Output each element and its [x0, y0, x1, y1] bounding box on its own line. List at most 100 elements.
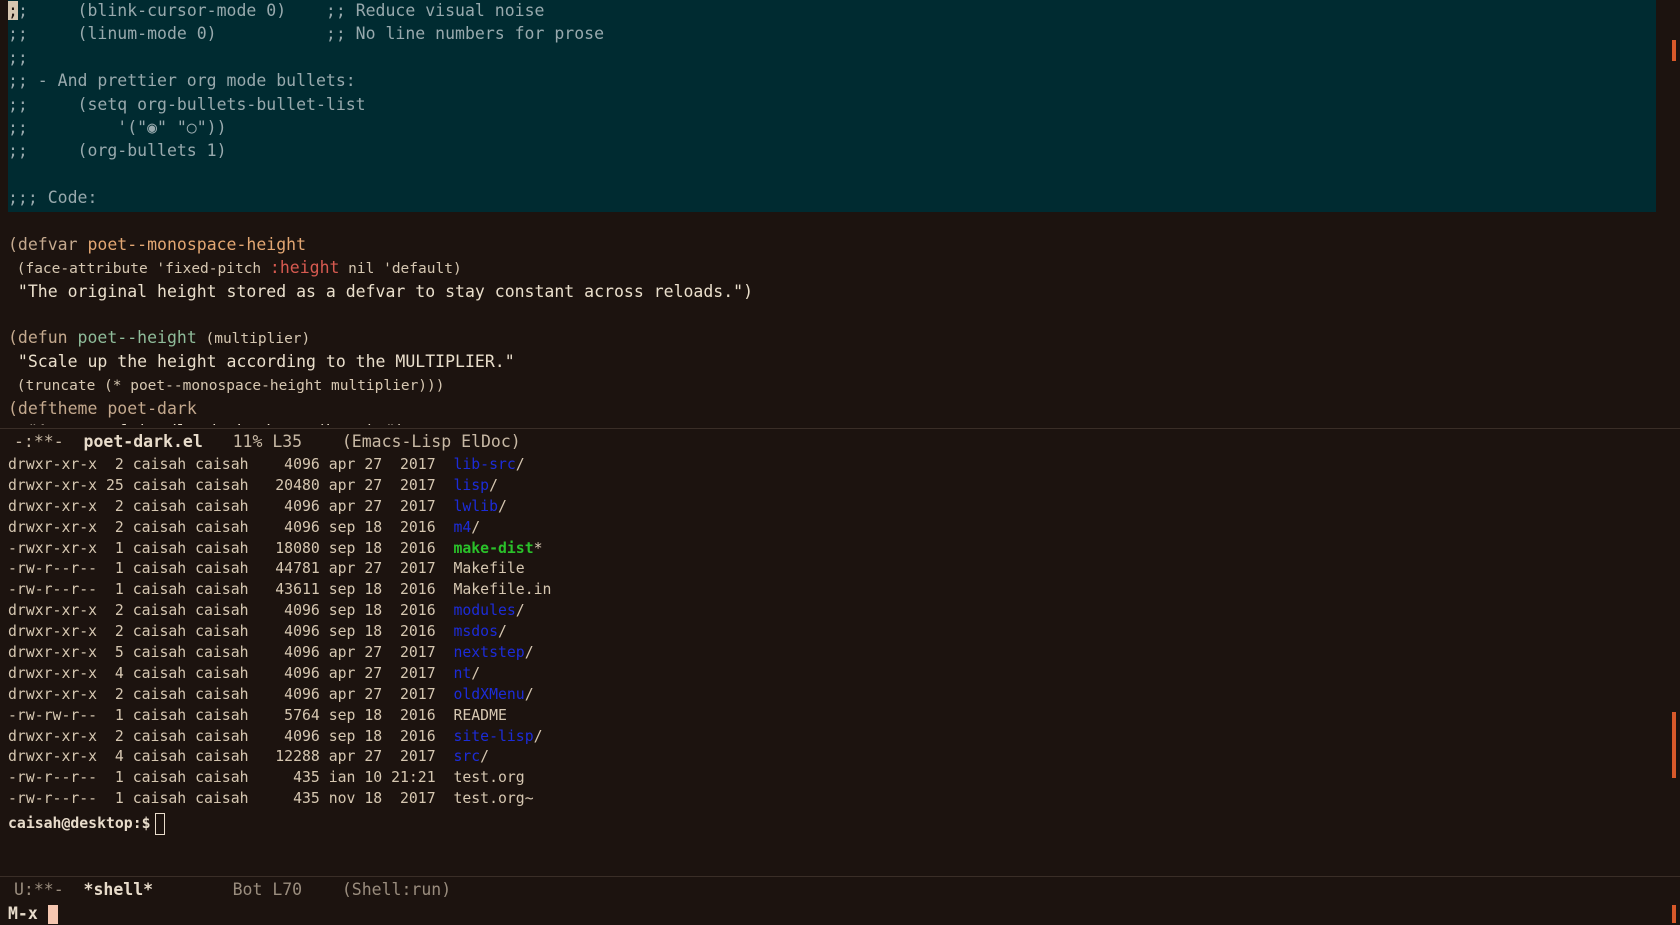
modeline-state: U:**-	[14, 880, 64, 899]
code-line[interactable]: "Scale up the height according to the MU…	[0, 350, 1680, 373]
code-editor-pane[interactable]: ;; (blink-cursor-mode 0) ;; Reduce visua…	[0, 0, 1680, 425]
file-metadata: drwxr-xr-x 2 caisah caisah 4096 sep 18 2…	[8, 727, 454, 745]
file-metadata: drwxr-xr-x 2 caisah caisah 4096 apr 27 2…	[8, 456, 454, 473]
code-line[interactable]: (face-attribute 'fixed-pitch :height nil…	[0, 256, 1680, 279]
modeline-position: Bot L70	[232, 880, 303, 899]
file-name[interactable]: Makefile	[453, 560, 524, 577]
shell-listing-row[interactable]: drwxr-xr-x 2 caisah caisah 4096 sep 18 2…	[0, 727, 1680, 748]
type-suffix: /	[524, 685, 534, 703]
modeline-shell[interactable]: U:**- *shell* Bot L70 (Shell:run)	[0, 876, 1680, 902]
shell-cursor[interactable]	[154, 813, 165, 836]
file-metadata: -rw-r--r-- 1 caisah caisah 435 nov 18 20…	[8, 790, 454, 808]
directory-name[interactable]: modules	[453, 602, 515, 619]
file-name[interactable]: Makefile.in	[453, 581, 551, 598]
code-token: poet-dark	[107, 398, 197, 418]
code-line[interactable]: "A prose friendly dark theme (beta).")	[0, 420, 1680, 425]
shell-pane[interactable]: drwxr-xr-x 2 caisah caisah 4096 apr 27 2…	[0, 455, 1680, 875]
code-line[interactable]	[0, 210, 1680, 233]
file-metadata: drwxr-xr-x 2 caisah caisah 4096 apr 27 2…	[8, 497, 454, 515]
shell-listing-row[interactable]: drwxr-xr-x 2 caisah caisah 4096 sep 18 2…	[0, 622, 1680, 643]
shell-listing-row[interactable]: drwxr-xr-x 2 caisah caisah 4096 apr 27 2…	[0, 685, 1680, 706]
type-suffix: /	[480, 748, 490, 766]
code-scroll-indicator[interactable]	[1672, 40, 1676, 61]
code-token: "A prose friendly dark theme (beta).")	[8, 422, 406, 425]
shell-listing-row[interactable]: -rw-rw-r-- 1 caisah caisah 5764 sep 18 2…	[0, 706, 1680, 727]
code-line[interactable]: ;; - And prettier org mode bullets:	[0, 69, 1680, 92]
shell-listing[interactable]: drwxr-xr-x 2 caisah caisah 4096 apr 27 2…	[0, 455, 1680, 836]
directory-name[interactable]: src	[453, 748, 480, 765]
type-suffix: /	[515, 602, 525, 620]
shell-listing-row[interactable]: drwxr-xr-x 2 caisah caisah 4096 sep 18 2…	[0, 601, 1680, 622]
directory-name[interactable]: nextstep	[453, 644, 524, 661]
directory-name[interactable]: lwlib	[453, 498, 498, 515]
code-token: poet--height	[77, 328, 197, 348]
shell-listing-row[interactable]: drwxr-xr-x 2 caisah caisah 4096 apr 27 2…	[0, 455, 1680, 476]
shell-listing-row[interactable]: -rw-r--r-- 1 caisah caisah 435 nov 18 20…	[0, 789, 1680, 810]
code-line[interactable]	[0, 163, 1680, 186]
type-suffix: /	[515, 456, 525, 473]
code-line[interactable]: ;; (org-bullets 1)	[0, 139, 1680, 162]
code-line[interactable]: (deftheme poet-dark	[0, 397, 1680, 420]
directory-name[interactable]: nt	[453, 665, 471, 682]
shell-prompt-line[interactable]: caisah@desktop:$	[0, 813, 1680, 836]
file-name[interactable]: test.org~	[453, 790, 533, 807]
file-metadata: drwxr-xr-x 2 caisah caisah 4096 sep 18 2…	[8, 518, 454, 536]
type-suffix: /	[497, 497, 507, 515]
code-line[interactable]: "The original height stored as a defvar …	[0, 280, 1680, 303]
file-metadata: drwxr-xr-x 4 caisah caisah 12288 apr 27 …	[8, 748, 454, 766]
modeline-modes[interactable]: (Shell:run)	[342, 880, 451, 899]
file-name[interactable]: README	[453, 707, 506, 724]
minibuffer[interactable]: M-x	[0, 902, 1680, 925]
code-line[interactable]: ;; (linum-mode 0) ;; No line numbers for…	[0, 22, 1680, 45]
directory-name[interactable]: site-lisp	[453, 728, 533, 745]
shell-listing-row[interactable]: -rwxr-xr-x 1 caisah caisah 18080 sep 18 …	[0, 539, 1680, 560]
code-line[interactable]: ;;; Code:	[0, 186, 1680, 209]
code-token: ;; (setq org-bullets-bullet-list	[8, 94, 366, 114]
code-token: ;; - And prettier org mode bullets:	[8, 71, 356, 91]
file-metadata: drwxr-xr-x 2 caisah caisah 4096 sep 18 2…	[8, 602, 454, 620]
executable-name[interactable]: make-dist	[453, 540, 533, 557]
shell-listing-row[interactable]: -rw-r--r-- 1 caisah caisah 435 ian 10 21…	[0, 768, 1680, 789]
code-token: (multiplier)	[196, 331, 311, 348]
code-token: nil 'default)	[339, 261, 462, 278]
shell-listing-row[interactable]: drwxr-xr-x 4 caisah caisah 12288 apr 27 …	[0, 747, 1680, 768]
modeline-modes[interactable]: (Emacs-Lisp ElDoc)	[342, 432, 521, 451]
type-suffix: /	[533, 727, 543, 745]
code-token: (face-attribute 'fixed-pitch	[8, 261, 270, 278]
modeline-state: -:**-	[14, 432, 64, 451]
shell-listing-row[interactable]: -rw-r--r-- 1 caisah caisah 43611 sep 18 …	[0, 580, 1680, 601]
shell-listing-row[interactable]: drwxr-xr-x 5 caisah caisah 4096 apr 27 2…	[0, 643, 1680, 664]
directory-name[interactable]: lib-src	[453, 456, 515, 473]
minibuffer-prompt: M-x	[8, 904, 38, 923]
modeline-buffer-name[interactable]: poet-dark.el	[84, 432, 203, 451]
shell-listing-row[interactable]: drwxr-xr-x 2 caisah caisah 4096 sep 18 2…	[0, 518, 1680, 539]
directory-name[interactable]: lisp	[453, 477, 489, 494]
code-token: ;;	[8, 47, 28, 67]
file-metadata: drwxr-xr-x 5 caisah caisah 4096 apr 27 2…	[8, 644, 454, 662]
type-suffix: /	[497, 623, 507, 641]
minibuffer-cursor	[47, 905, 58, 924]
code-line[interactable]: ;; '("◉" "○"))	[0, 116, 1680, 139]
modeline-code[interactable]: -:**- poet-dark.el 11% L35 (Emacs-Lisp E…	[0, 428, 1680, 454]
file-metadata: drwxr-xr-x 4 caisah caisah 4096 apr 27 2…	[8, 664, 454, 682]
directory-name[interactable]: msdos	[453, 623, 498, 640]
directory-name[interactable]: m4	[453, 519, 471, 536]
code-line[interactable]: (defun poet--height (multiplier)	[0, 326, 1680, 349]
shell-listing-row[interactable]: drwxr-xr-x 2 caisah caisah 4096 apr 27 2…	[0, 497, 1680, 518]
modeline-buffer-name[interactable]: *shell*	[84, 880, 154, 899]
shell-listing-row[interactable]: drwxr-xr-x 25 caisah caisah 20480 apr 27…	[0, 476, 1680, 497]
code-line[interactable]	[0, 303, 1680, 326]
code-line[interactable]: ;; (setq org-bullets-bullet-list	[0, 93, 1680, 116]
shell-listing-row[interactable]: -rw-r--r-- 1 caisah caisah 44781 apr 27 …	[0, 559, 1680, 580]
directory-name[interactable]: oldXMenu	[453, 686, 524, 703]
code-lines[interactable]: ;; (blink-cursor-mode 0) ;; Reduce visua…	[0, 0, 1680, 425]
shell-listing-row[interactable]: drwxr-xr-x 4 caisah caisah 4096 apr 27 2…	[0, 664, 1680, 685]
code-line[interactable]: (defvar poet--monospace-height	[0, 233, 1680, 256]
code-token: ;;; Code:	[8, 188, 98, 208]
file-name[interactable]: test.org	[453, 769, 524, 786]
code-line[interactable]: ;;	[0, 46, 1680, 69]
file-metadata: -rw-r--r-- 1 caisah caisah 44781 apr 27 …	[8, 560, 454, 578]
code-line[interactable]: (truncate (* poet--monospace-height mult…	[0, 373, 1680, 396]
type-suffix: *	[533, 539, 543, 557]
code-line[interactable]: ;; (blink-cursor-mode 0) ;; Reduce visua…	[0, 0, 1680, 22]
